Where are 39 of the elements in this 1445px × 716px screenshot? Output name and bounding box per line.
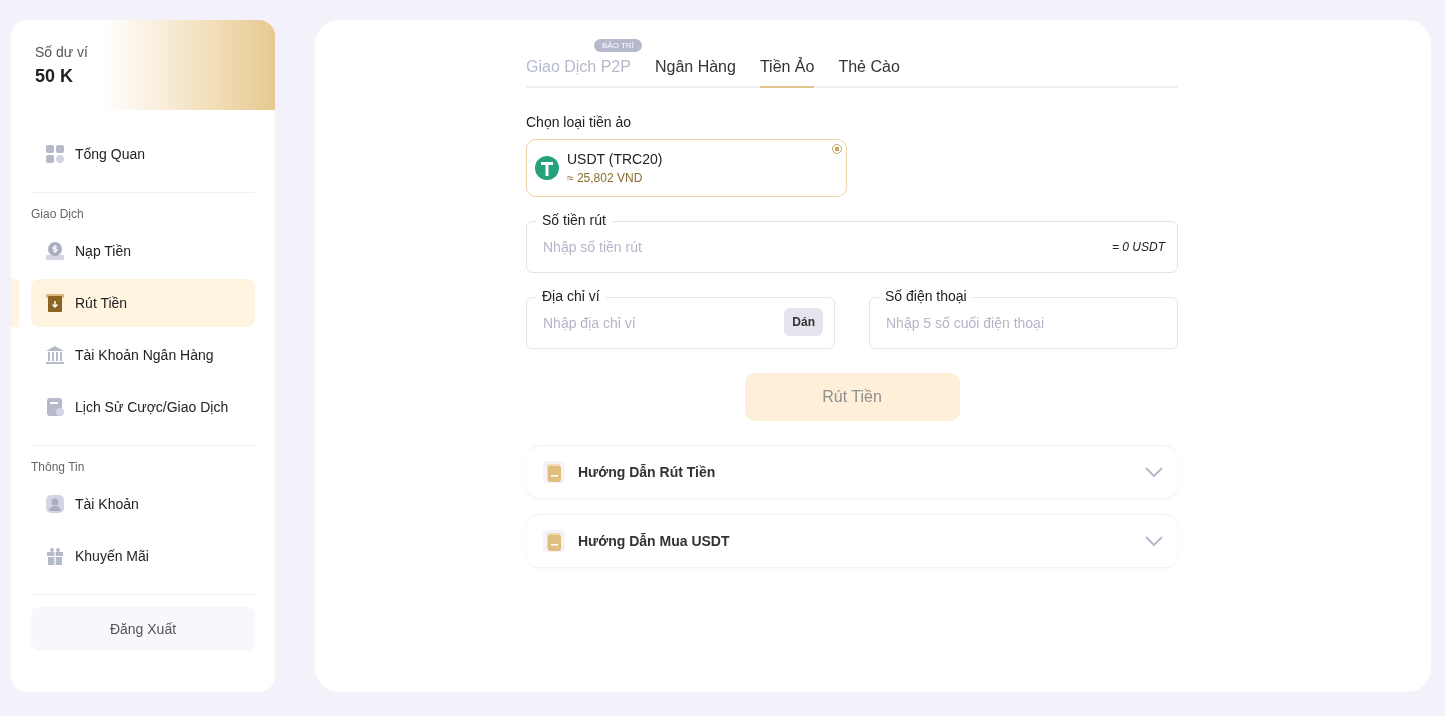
gift-icon — [45, 546, 65, 566]
withdraw-icon — [45, 293, 65, 313]
paste-button[interactable]: Dán — [784, 308, 823, 336]
chevron-down-icon — [1144, 535, 1164, 547]
tab[interactable]: Ngân Hàng — [654, 56, 736, 88]
sidebar-item[interactable]: Lịch Sử Cược/Giao Dịch — [31, 383, 255, 431]
user-icon — [45, 494, 65, 514]
field-label: Địa chỉ ví — [536, 288, 606, 304]
chevron-down-icon — [1144, 466, 1164, 478]
section-heading: Thông Tin — [31, 460, 86, 474]
wallet-balance: 50 K — [35, 66, 75, 87]
wallet-label: Số dư ví — [35, 44, 89, 60]
radio-button[interactable] — [832, 144, 842, 154]
coin-icon — [45, 241, 65, 261]
coin-select-label: Chọn loại tiền ảo — [526, 114, 633, 130]
grid-icon — [45, 144, 65, 164]
guide-accordion[interactable]: Hướng Dẫn Rút Tiền — [526, 445, 1178, 498]
sidebar-item[interactable]: Tài Khoản Ngân Hàng — [31, 331, 255, 379]
guide-accordion[interactable]: Hướng Dẫn Mua USDT — [526, 514, 1178, 567]
maintenance-badge: BẢO TRÌ — [594, 39, 642, 52]
bank-icon — [45, 345, 65, 365]
document-icon — [542, 460, 566, 484]
history-icon — [45, 397, 65, 417]
tab[interactable]: Tiền Ảo — [759, 56, 815, 88]
field-label: Số tiền rút — [536, 212, 612, 228]
tether-logo-icon — [535, 156, 559, 180]
sidebar-item[interactable]: Tài Khoản — [31, 480, 255, 528]
coin-rate: ≈ 25,802 VND — [567, 171, 644, 185]
sidebar-item[interactable]: Nạp Tiền — [31, 227, 255, 275]
field-label: Số điện thoại — [879, 288, 973, 304]
section-heading: Giao Dịch — [31, 207, 85, 221]
sidebar-item[interactable]: Tổng Quan — [31, 130, 255, 178]
logout-button[interactable]: Đăng Xuất — [31, 607, 255, 651]
sidebar-item[interactable]: Khuyến Mãi — [31, 532, 255, 580]
conversion-text: = 0 USDT — [1112, 240, 1165, 254]
coin-option[interactable]: USDT (TRC20) ≈ 25,802 VND — [526, 139, 847, 197]
coin-name: USDT (TRC20) — [567, 151, 663, 167]
document-icon — [542, 529, 566, 553]
tab[interactable]: Thẻ Cào — [838, 56, 900, 88]
